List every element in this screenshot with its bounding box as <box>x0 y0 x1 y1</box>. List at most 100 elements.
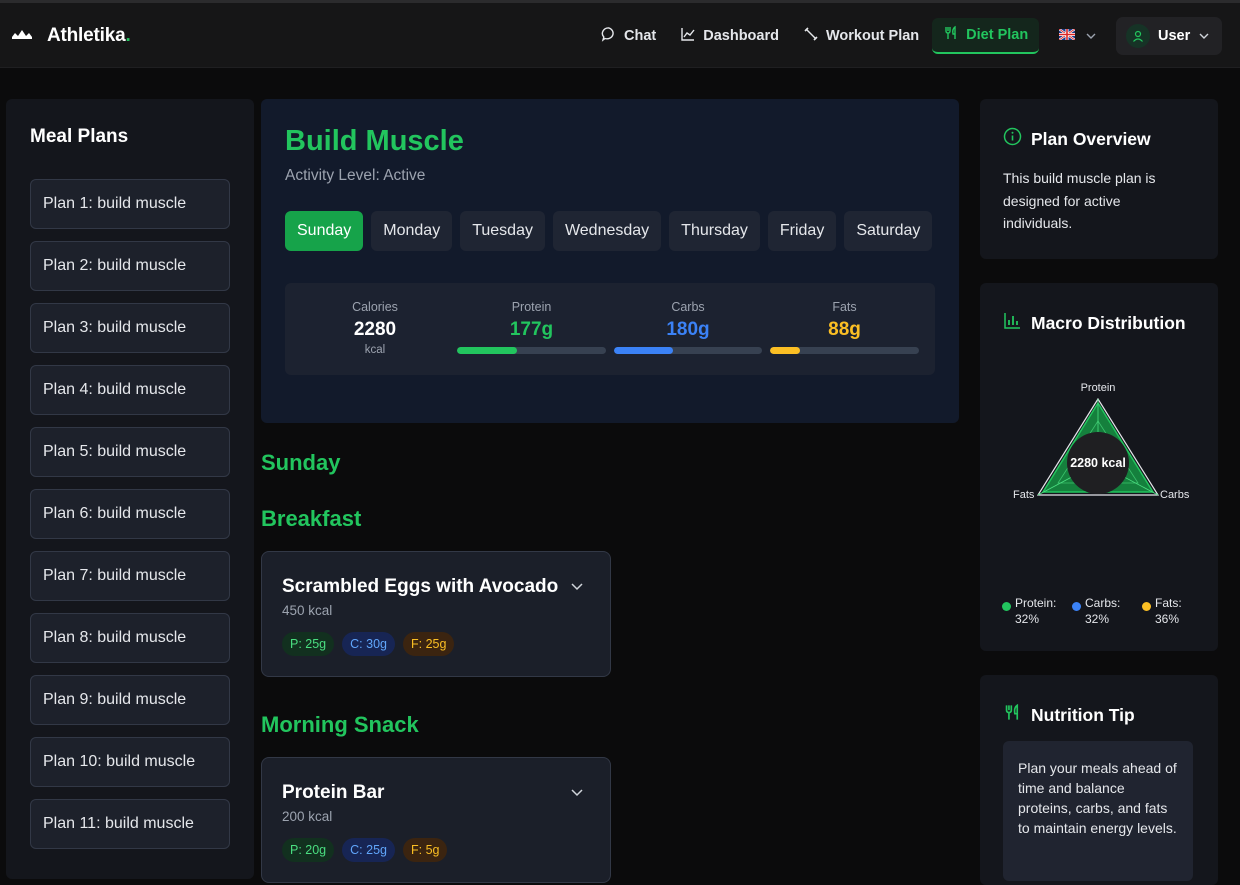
bar-chart-icon <box>1003 311 1022 335</box>
legend-label: Carbs: 32% <box>1085 596 1121 626</box>
plan-overview-text: This build muscle plan is designed for a… <box>1003 170 1156 231</box>
macro-distribution-title: Macro Distribution <box>1031 312 1186 333</box>
legend-protein: Protein: 32% <box>1002 595 1062 627</box>
legend-carbs: Carbs: 32% <box>1072 595 1132 627</box>
tab-tuesday[interactable]: Tuesday <box>460 211 545 251</box>
fats-value: 88g <box>828 319 861 340</box>
plan-header-card: Build Muscle Activity Level: Active Sund… <box>261 99 959 423</box>
user-name: User <box>1158 28 1191 44</box>
calories-unit: kcal <box>364 344 386 356</box>
calories-value: 2280 <box>353 319 397 340</box>
tab-wednesday[interactable]: Wednesday <box>552 211 662 251</box>
macro-distribution-card: Macro Distribution 2280 kcal Protein Car… <box>980 283 1218 651</box>
main-nav: Chat Dashboard Workout Plan Diet Plan <box>590 17 1105 55</box>
nutrition-tip-header: Nutrition Tip <box>1003 703 1135 727</box>
protein-value: 177g <box>509 319 554 340</box>
legend-label: Protein: 32% <box>1015 596 1057 626</box>
line-chart-icon <box>680 26 696 46</box>
top-navbar: Athletika. Chat Dashboard Workout Plan D… <box>0 0 1240 68</box>
plan-item[interactable]: Plan 5: build muscle <box>30 427 230 477</box>
plan-item[interactable]: Plan 8: build muscle <box>30 613 230 663</box>
calories-label: Calories <box>352 300 398 314</box>
chevron-down-icon <box>1085 27 1097 45</box>
protein-label: Protein <box>511 300 552 314</box>
daily-stats: Calories 2280 kcal Protein 177g Carbs 18… <box>285 283 935 375</box>
meal-card[interactable]: Scrambled Eggs with Avocado 450 kcal P: … <box>261 551 611 677</box>
carbs-label: Carbs <box>671 300 705 314</box>
legend-fats: Fats: 36% <box>1142 595 1202 627</box>
tab-thursday[interactable]: Thursday <box>669 211 760 251</box>
fats-badge: F: 25g <box>402 632 455 656</box>
plan-item[interactable]: Plan 4: build muscle <box>30 365 230 415</box>
carbs-value: 180g <box>666 319 710 340</box>
nav-diet-label: Diet Plan <box>966 27 1029 43</box>
plan-item[interactable]: Plan 9: build muscle <box>30 675 230 725</box>
plan-item[interactable]: Plan 7: build muscle <box>30 551 230 601</box>
utensils-icon <box>1003 703 1022 727</box>
info-icon <box>1003 127 1022 151</box>
meal-calories: 200 kcal <box>282 809 333 824</box>
nav-workout-plan[interactable]: Workout Plan <box>792 18 930 54</box>
carbs-stat: Carbs 180g <box>614 283 762 375</box>
uk-flag-icon <box>1058 27 1076 45</box>
nav-chat-label: Chat <box>624 28 657 44</box>
radar-label-carbs: Carbs <box>1160 489 1190 501</box>
meal-section-heading: Morning Snack <box>261 712 419 737</box>
chevron-down-icon[interactable] <box>570 784 584 802</box>
dumbbell-icon <box>803 26 819 46</box>
nav-diet-plan[interactable]: Diet Plan <box>932 18 1040 54</box>
activity-level: Activity Level: Active <box>285 167 426 184</box>
plan-overview-header: Plan Overview <box>1003 127 1151 151</box>
tab-friday[interactable]: Friday <box>767 211 837 251</box>
meal-name: Protein Bar <box>282 782 385 803</box>
plan-item[interactable]: Plan 6: build muscle <box>30 489 230 539</box>
tab-monday[interactable]: Monday <box>371 211 453 251</box>
user-avatar-icon <box>1126 24 1150 48</box>
user-menu-button[interactable]: User <box>1116 17 1222 55</box>
brand-logo-icon <box>11 27 33 46</box>
plan-item[interactable]: Plan 11: build muscle <box>30 799 230 849</box>
legend-dot <box>1142 602 1151 611</box>
carbs-badge: C: 30g <box>342 632 395 656</box>
meal-calories: 450 kcal <box>282 603 333 618</box>
radar-label-protein: Protein <box>1081 382 1116 394</box>
fats-badge: F: 5g <box>402 838 448 862</box>
brand-name: Athletika. <box>47 25 131 46</box>
calories-stat: Calories 2280 kcal <box>305 283 445 375</box>
protein-badge: P: 20g <box>282 838 335 862</box>
nav-workout-label: Workout Plan <box>825 28 920 44</box>
radar-label-fats: Fats <box>1013 489 1035 501</box>
fats-stat: Fats 88g <box>770 283 919 375</box>
legend-label: Fats: 36% <box>1155 596 1182 626</box>
legend-dot <box>1072 602 1081 611</box>
plan-title: Build Muscle <box>285 125 464 157</box>
plan-item[interactable]: Plan 2: build muscle <box>30 241 230 291</box>
protein-stat: Protein 177g <box>457 283 606 375</box>
plan-overview-title: Plan Overview <box>1031 128 1151 149</box>
brand[interactable]: Athletika. <box>11 25 131 47</box>
chevron-down-icon <box>1198 27 1210 45</box>
plan-item[interactable]: Plan 10: build muscle <box>30 737 230 787</box>
nutrition-tip-title: Nutrition Tip <box>1031 704 1135 725</box>
plan-overview-card: Plan Overview This build muscle plan is … <box>980 99 1218 259</box>
carbs-progress <box>614 347 762 354</box>
macro-badges: P: 25g C: 30g F: 25g <box>282 632 455 656</box>
nav-dashboard[interactable]: Dashboard <box>669 18 790 54</box>
tab-saturday[interactable]: Saturday <box>844 211 933 251</box>
chevron-down-icon[interactable] <box>570 578 584 596</box>
protein-badge: P: 25g <box>282 632 335 656</box>
legend-dot <box>1002 602 1011 611</box>
meal-card[interactable]: Protein Bar 200 kcal P: 20g C: 25g F: 5g <box>261 757 611 883</box>
plan-item[interactable]: Plan 3: build muscle <box>30 303 230 353</box>
nav-chat[interactable]: Chat <box>590 18 667 54</box>
day-heading: Sunday <box>261 450 341 475</box>
macro-distribution-header: Macro Distribution <box>1003 311 1186 335</box>
language-selector[interactable] <box>1051 18 1105 54</box>
fats-progress-fill <box>770 347 800 354</box>
plan-item[interactable]: Plan 1: build muscle <box>30 179 230 229</box>
macro-radar-chart: 2280 kcal Protein Carbs Fats <box>1013 382 1190 501</box>
sidebar-title: Meal Plans <box>30 126 129 147</box>
tab-sunday[interactable]: Sunday <box>285 211 364 251</box>
nav-dashboard-label: Dashboard <box>703 28 779 44</box>
day-tabs: Sunday Monday Tuesday Wednesday Thursday… <box>285 211 933 251</box>
